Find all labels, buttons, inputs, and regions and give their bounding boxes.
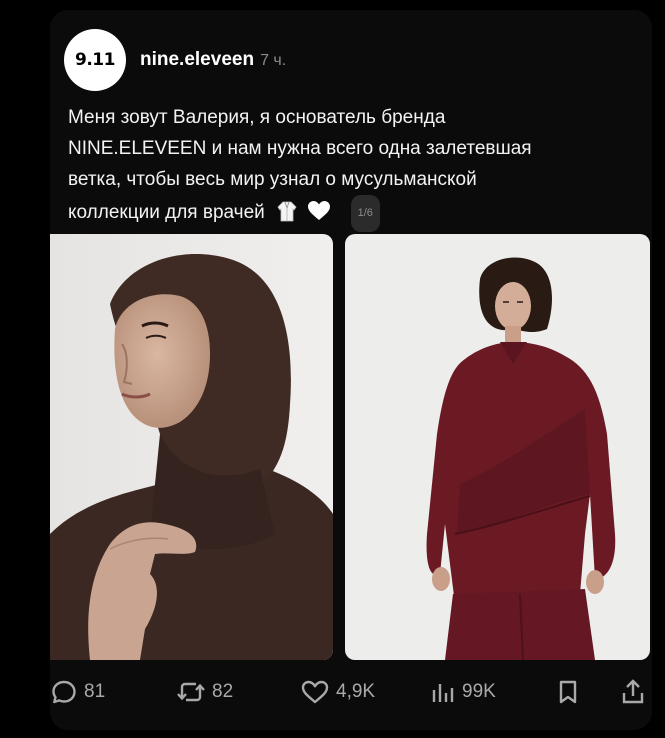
bookmark-icon	[556, 678, 580, 706]
text-line: NINE.ELEVEEN и нам нужна всего одна зале…	[68, 138, 532, 159]
reply-icon	[50, 678, 78, 706]
repost-icon	[176, 678, 206, 706]
action-bar: 81 82 4,9K 99K	[50, 672, 652, 712]
post-text: Меня зовут Валерия, я основатель бренда …	[68, 102, 628, 232]
post-time: 7 ч.	[260, 52, 287, 69]
share-button[interactable]	[620, 672, 646, 712]
repost-button[interactable]: 82	[176, 672, 233, 712]
bookmark-button[interactable]	[556, 672, 580, 712]
repost-count: 82	[212, 681, 234, 702]
white-heart-icon	[307, 200, 331, 232]
media-photo-2[interactable]	[345, 234, 650, 660]
username[interactable]: nine.eleveen	[140, 49, 254, 71]
post-card[interactable]: 9.11 nine.eleveen 7 ч. Меня зовут Валери…	[50, 10, 652, 730]
text-line: ветка, чтобы весь мир узнал о мусульманс…	[68, 169, 477, 190]
views-chart-icon	[430, 678, 456, 706]
reply-count: 81	[84, 681, 106, 702]
lab-coat-icon	[276, 200, 298, 232]
text-line: Меня зовут Валерия, я основатель бренда	[68, 107, 446, 128]
heart-icon	[300, 678, 330, 706]
post-header: 9.11 nine.eleveen 7 ч.	[64, 26, 287, 91]
text-line: коллекции для врачей	[68, 202, 265, 223]
views-count: 99K	[462, 681, 496, 702]
reply-button[interactable]: 81	[50, 672, 105, 712]
media-photo-1[interactable]	[50, 234, 333, 660]
like-count: 4,9K	[336, 681, 376, 702]
avatar[interactable]: 9.11	[64, 29, 126, 91]
photo-hijab-portrait	[50, 234, 333, 660]
like-button[interactable]: 4,9K	[300, 672, 375, 712]
media-counter: 1/6	[350, 195, 380, 232]
views-button[interactable]: 99K	[430, 672, 496, 712]
text-line-last: коллекции для врачей 1/6	[68, 195, 628, 232]
share-icon	[620, 678, 646, 706]
photo-burgundy-suit	[345, 234, 650, 660]
